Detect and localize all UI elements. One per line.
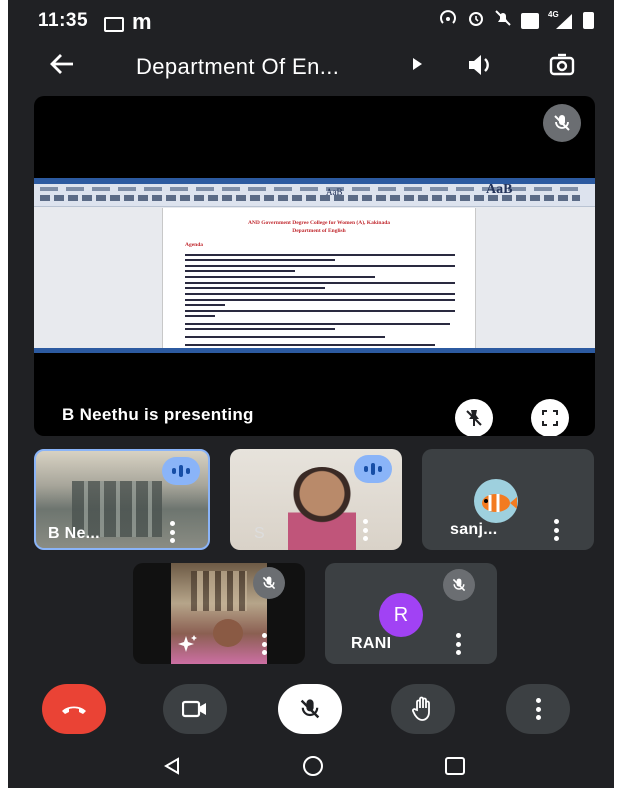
participant-tile-video[interactable]: [133, 563, 305, 664]
system-nav-bar: [8, 742, 614, 788]
doc-title-2: Department of English: [292, 228, 346, 234]
speaker-icon[interactable]: [465, 50, 495, 85]
mic-off-icon: [300, 699, 320, 719]
person-video: [288, 467, 356, 550]
call-header: Department Of En...: [8, 42, 614, 92]
participant-name: B Ne...: [48, 525, 100, 542]
participant-name: RANI: [351, 635, 392, 652]
chevron-right-icon[interactable]: [411, 57, 423, 76]
raise-hand-button[interactable]: [391, 684, 455, 734]
more-options-button[interactable]: [506, 684, 570, 734]
pin-off-icon[interactable]: [455, 399, 493, 436]
hotspot-icon: [438, 10, 458, 31]
raise-hand-icon: [412, 696, 430, 721]
participant-name: S: [254, 525, 265, 542]
word-ribbon: AaB AaB: [34, 178, 595, 207]
notification-letter: m: [132, 9, 152, 34]
more-vertical-icon[interactable]: [169, 521, 175, 543]
status-right-icons: 4G: [438, 9, 594, 32]
speaking-indicator-icon: [162, 457, 200, 485]
more-vertical-icon[interactable]: [553, 519, 559, 541]
end-call-icon: [62, 706, 86, 714]
status-time: 11:35: [38, 10, 89, 31]
more-vertical-icon: [535, 698, 541, 720]
presentation-tile[interactable]: AaB AaB AND Government Degree College fo…: [34, 96, 595, 436]
end-call-button[interactable]: [42, 684, 106, 734]
arrow-left-icon[interactable]: [48, 50, 76, 85]
doc-agenda: Agenda: [185, 242, 204, 248]
participant-tile-b-neethu[interactable]: B Ne...: [34, 449, 210, 550]
shared-screen: AaB AaB AND Government Degree College fo…: [34, 178, 595, 353]
video-camera-icon: [182, 700, 206, 718]
clownfish-icon: [482, 494, 517, 512]
mic-off-icon: [253, 567, 285, 599]
participant-tile-s[interactable]: S: [230, 449, 402, 550]
style-sample: AaB: [326, 187, 343, 197]
effects-sparkle-icon[interactable]: [177, 633, 199, 660]
volte-icon: [521, 12, 539, 29]
speaking-indicator-icon: [354, 455, 392, 483]
style-sample-large: AaB: [486, 182, 513, 197]
fullscreen-icon[interactable]: [531, 399, 569, 436]
document-page: AND Government Degree College for Women …: [162, 208, 476, 353]
mic-off-icon: [443, 569, 475, 601]
participant-tile-rani[interactable]: R RANI: [325, 563, 497, 664]
avatar: [474, 479, 518, 523]
signal-4g-icon: 4G: [548, 10, 574, 30]
camera-toggle-button[interactable]: [163, 684, 227, 734]
status-bar: 11:35 m 4G: [8, 0, 614, 42]
more-vertical-icon[interactable]: [362, 519, 368, 541]
presenter-label: B Neethu is presenting: [62, 405, 254, 424]
camera-switch-icon[interactable]: [547, 50, 577, 85]
phone-screen: 11:35 m 4G Department Of En... AaB AaB A…: [8, 0, 614, 788]
status-left-icons: m: [104, 9, 152, 35]
call-controls: [8, 684, 614, 742]
mic-off-icon: [543, 104, 581, 142]
cast-icon: [104, 16, 124, 32]
meeting-title[interactable]: Department Of En...: [136, 54, 339, 80]
more-vertical-icon[interactable]: [455, 633, 461, 655]
battery-icon: [583, 12, 594, 29]
participant-name: sanj...: [450, 521, 498, 538]
doc-title-1: AND Government Degree College for Women …: [247, 220, 391, 226]
nav-home-icon[interactable]: [303, 756, 323, 776]
mute-icon: [494, 9, 512, 32]
nav-back-icon[interactable]: [162, 756, 182, 781]
participant-tile-sanj[interactable]: sanj...: [422, 449, 594, 550]
nav-recents-icon[interactable]: [445, 757, 465, 775]
mic-toggle-button[interactable]: [278, 684, 342, 734]
avatar-initial: R: [393, 603, 409, 626]
alarm-icon: [467, 9, 485, 32]
more-vertical-icon[interactable]: [261, 633, 267, 655]
avatar: R: [379, 593, 423, 637]
